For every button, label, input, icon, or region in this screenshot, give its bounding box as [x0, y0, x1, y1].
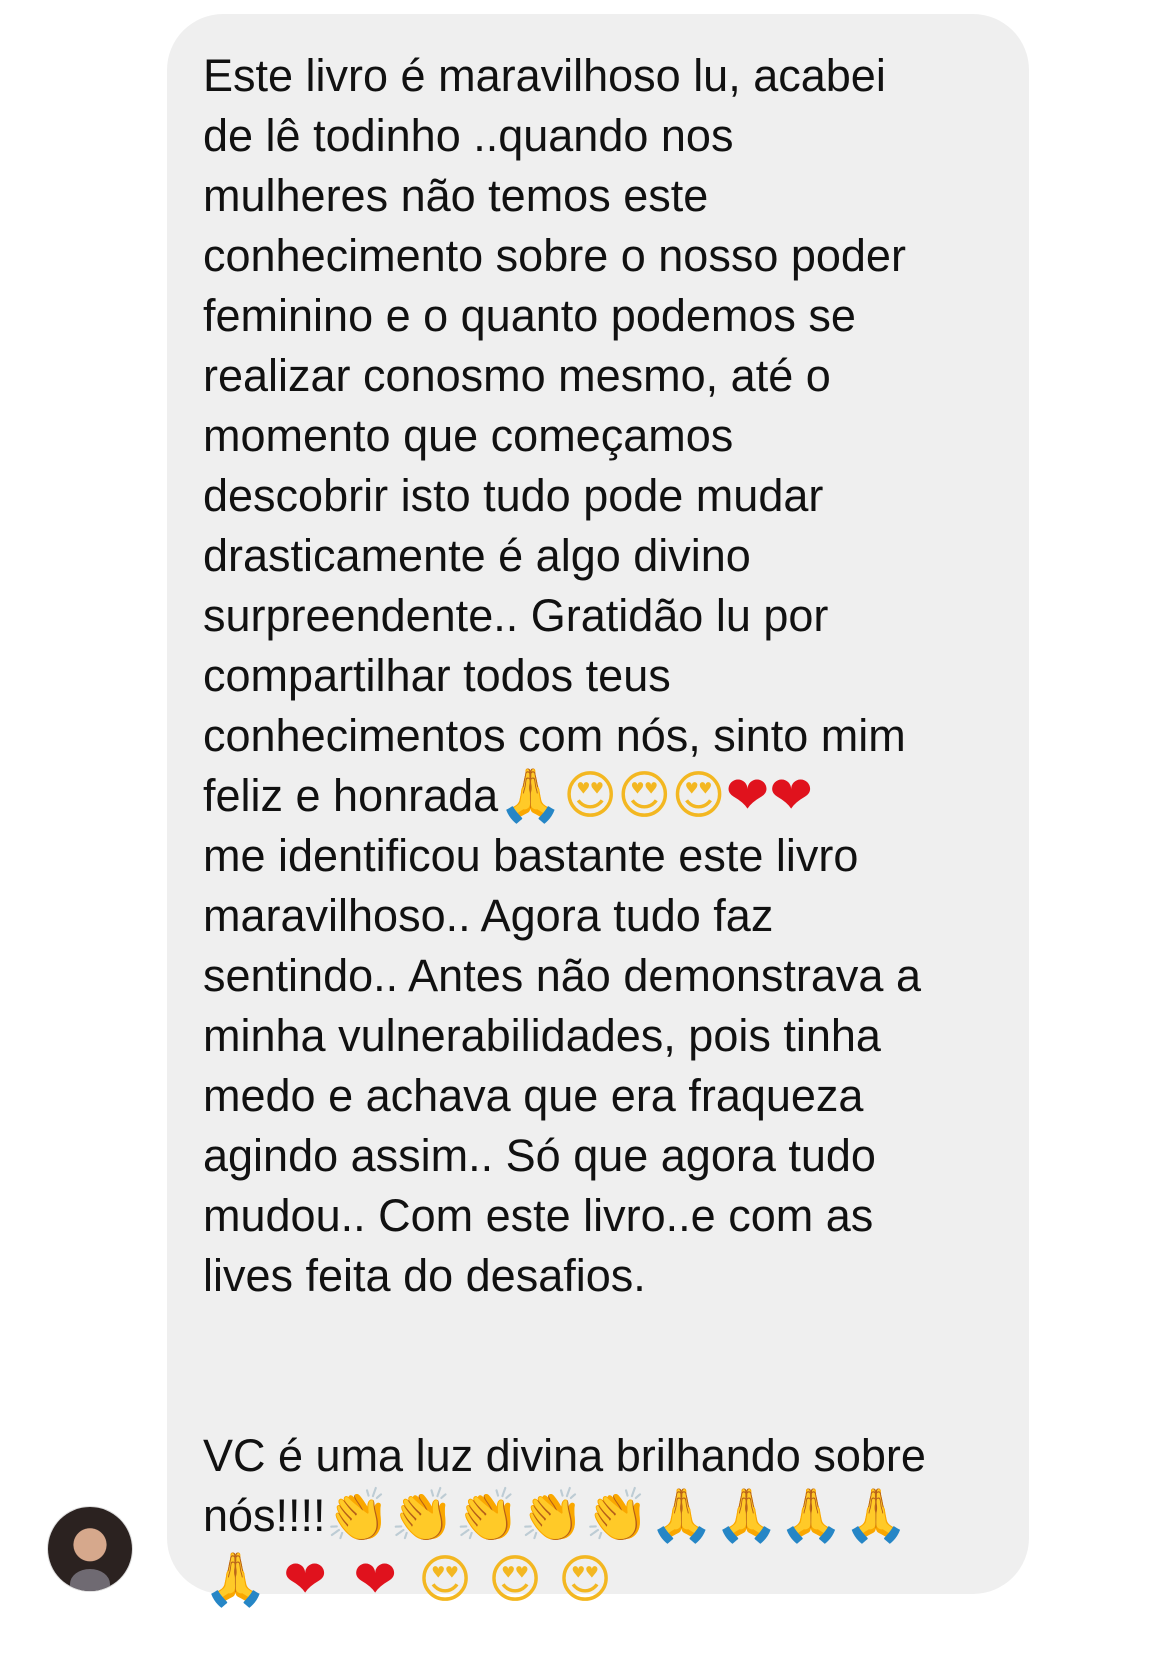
- message-line: realizar conosmo mesmo, até o: [203, 350, 831, 401]
- message-line: lives feita do desafios.: [203, 1250, 646, 1301]
- pray-emoji-icon: 🙏: [843, 1486, 909, 1546]
- message-line: mulheres não temos este: [203, 170, 709, 221]
- message-line: Este livro é maravilhoso lu, acabei: [203, 50, 886, 101]
- heart-eyes-emoji-icon: 😍: [562, 766, 618, 826]
- clap-emoji-icon: 👏: [455, 1486, 520, 1546]
- emoji-row: 🙏 ❤ ❤ 😍 😍 😍: [203, 1546, 999, 1614]
- heart-emoji-icon: ❤: [725, 766, 770, 826]
- clap-emoji-icon: 👏: [390, 1486, 456, 1546]
- clap-emoji-icon: 👏: [325, 1486, 391, 1546]
- message-line: mudou.. Com este livro..e com as: [203, 1190, 874, 1241]
- message-line: feminino e o quanto podemos se: [203, 290, 856, 341]
- heart-eyes-emoji-icon: 😍: [617, 766, 672, 826]
- pray-emoji-icon: 🙏: [498, 766, 563, 826]
- message-line: sentindo.. Antes não demonstrava a: [203, 950, 921, 1001]
- message-line: conhecimentos com nós, sinto mim: [203, 710, 906, 761]
- avatar-icon[interactable]: [48, 1507, 132, 1591]
- message-line: descobrir isto tudo pode mudar: [203, 470, 824, 521]
- message-text: nós!!!!: [203, 1490, 326, 1541]
- message-line: minha vulnerabilidades, pois tinha: [203, 1010, 881, 1061]
- message-line: medo e achava que era fraqueza: [203, 1070, 864, 1121]
- heart-eyes-emoji-icon: 😍: [487, 1550, 543, 1610]
- message-line-with-emojis: feliz e honrada🙏😍😍😍❤❤: [203, 766, 999, 826]
- message-line: de lê todinho ..quando nos: [203, 110, 734, 161]
- message-line: drasticamente é algo divino: [203, 530, 751, 581]
- heart-emoji-icon: ❤: [769, 766, 813, 826]
- message-line: surpreendente.. Gratidão lu por: [203, 590, 829, 641]
- pray-emoji-icon: 🙏: [714, 1486, 779, 1546]
- message-text: feliz e honrada: [203, 770, 499, 821]
- pray-emoji-icon: 🙏: [649, 1486, 715, 1546]
- message-line: me identificou bastante este livro: [203, 830, 859, 881]
- message-line: compartilhar todos teus: [203, 650, 671, 701]
- message-line-with-emojis: nós!!!!👏👏👏👏👏🙏🙏🙏🙏: [203, 1486, 999, 1546]
- message-line: agindo assim.. Só que agora tudo: [203, 1130, 876, 1181]
- heart-emoji-icon: ❤: [283, 1550, 327, 1610]
- message-bubble[interactable]: Este livro é maravilhoso lu, acabei de l…: [167, 14, 1029, 1610]
- heart-eyes-emoji-icon: 😍: [557, 1550, 613, 1610]
- heart-emoji-icon: ❤: [353, 1550, 397, 1610]
- heart-eyes-emoji-icon: 😍: [417, 1550, 473, 1610]
- clap-emoji-icon: 👏: [584, 1486, 650, 1546]
- pray-emoji-icon: 🙏: [778, 1486, 844, 1546]
- message-line: VC é uma luz divina brilhando sobre: [203, 1430, 926, 1481]
- pray-emoji-icon: 🙏: [203, 1550, 268, 1610]
- heart-eyes-emoji-icon: 😍: [671, 766, 726, 826]
- message-line: momento que começamos: [203, 410, 734, 461]
- message-line: maravilhoso.. Agora tudo faz: [203, 890, 774, 941]
- message-line: conhecimento sobre o nosso poder: [203, 230, 906, 281]
- clap-emoji-icon: 👏: [519, 1486, 585, 1546]
